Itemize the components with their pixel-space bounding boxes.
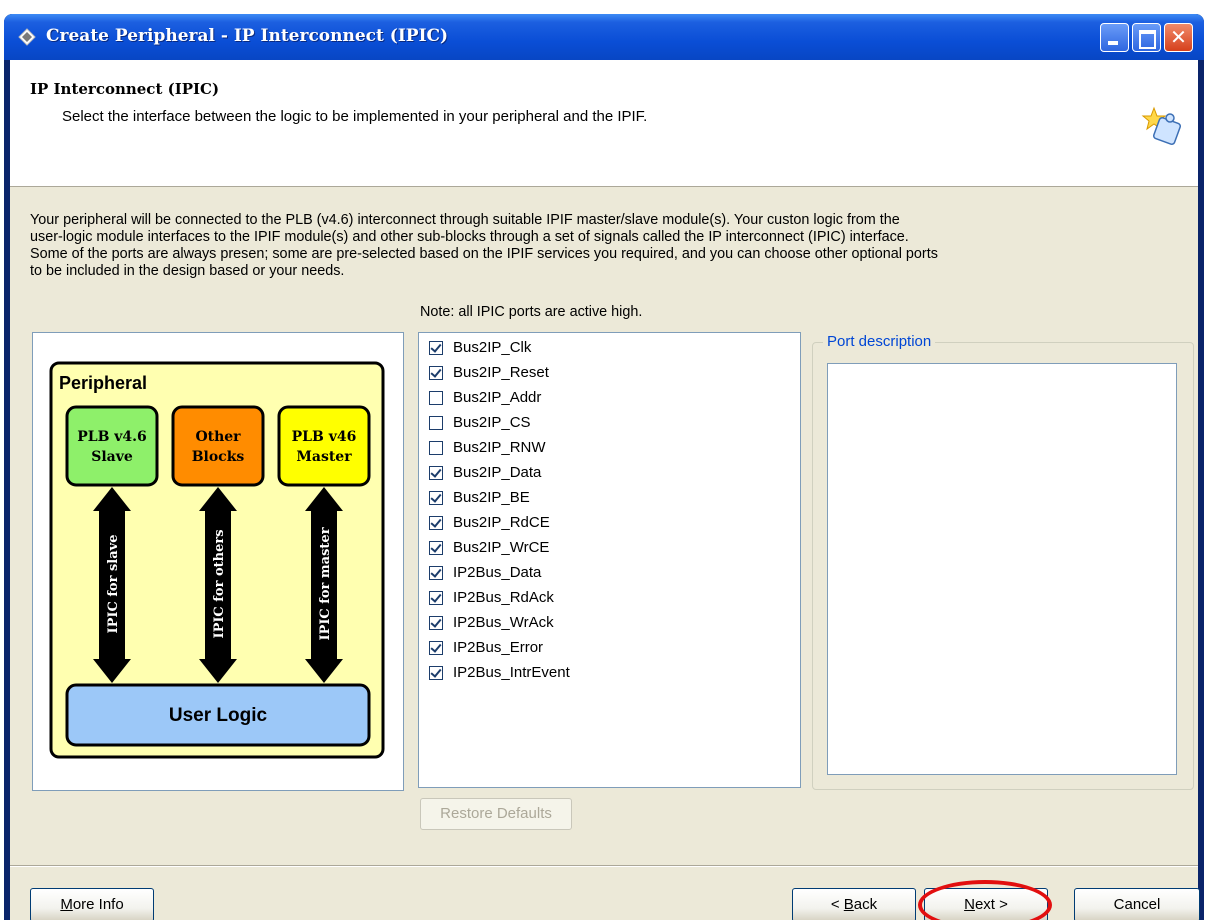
- checkbox-unchecked[interactable]: [429, 415, 443, 430]
- port-row[interactable]: Bus2IP_WrCE: [419, 535, 800, 560]
- more-info-label: ore Info: [72, 896, 124, 913]
- port-description-group: Port description: [812, 333, 1194, 790]
- port-row[interactable]: IP2Bus_RdAck: [419, 585, 800, 610]
- checkbox-checked[interactable]: [429, 590, 443, 605]
- restore-defaults-button[interactable]: Restore Defaults: [420, 798, 572, 830]
- checkbox-checked[interactable]: [429, 665, 443, 680]
- checkbox-checked[interactable]: [429, 540, 443, 555]
- ports-note: Note: all IPIC ports are active high.: [420, 304, 643, 320]
- port-row[interactable]: Bus2IP_Data: [419, 460, 800, 485]
- port-label: Bus2IP_WrCE: [453, 539, 550, 556]
- plb-master-block: [277, 405, 371, 487]
- back-prefix: <: [830, 896, 844, 913]
- plb-master-label-1: PLB v46: [292, 429, 357, 445]
- title-bar[interactable]: Create Peripheral - IP Interconnect (IPI…: [4, 14, 1204, 60]
- checkbox-checked[interactable]: [429, 340, 443, 355]
- ipic-diagram-panel: Peripheral PLB v4.6 Slave Other Blocks P…: [32, 332, 404, 791]
- intro-text: Your peripheral will be connected to the…: [30, 212, 1190, 280]
- intro-line: Your peripheral will be connected to the…: [30, 212, 900, 228]
- intro-line: Some of the ports are always presen; som…: [30, 246, 938, 262]
- back-mnemonic: B: [843, 896, 854, 913]
- checkbox-checked[interactable]: [429, 465, 443, 480]
- other-blocks-label-2: Blocks: [192, 449, 245, 465]
- port-label: IP2Bus_WrAck: [453, 614, 554, 631]
- intro-line: to be included in the design based or yo…: [30, 263, 345, 279]
- port-label: Bus2IP_Data: [453, 464, 542, 481]
- ipic-ports-list[interactable]: Bus2IP_Clk Bus2IP_Reset Bus2IP_Addr Bus2IP_…: [418, 332, 801, 788]
- port-label: Bus2IP_RdCE: [453, 514, 550, 531]
- checkbox-unchecked[interactable]: [429, 390, 443, 405]
- port-label: IP2Bus_Data: [453, 564, 542, 581]
- port-label: Bus2IP_CS: [453, 414, 531, 431]
- port-row[interactable]: IP2Bus_Error: [419, 635, 800, 660]
- port-row[interactable]: Bus2IP_RdCE: [419, 510, 800, 535]
- footer-separator: [10, 865, 1198, 867]
- port-row[interactable]: Bus2IP_BE: [419, 485, 800, 510]
- close-button[interactable]: ✕: [1164, 23, 1193, 52]
- port-description-legend: Port description: [823, 333, 936, 350]
- port-row[interactable]: IP2Bus_Data: [419, 560, 800, 585]
- checkbox-checked[interactable]: [429, 490, 443, 505]
- port-label: IP2Bus_Error: [453, 639, 544, 656]
- port-label: Bus2IP_Clk: [453, 339, 532, 356]
- checkbox-checked[interactable]: [429, 640, 443, 655]
- wizard-window: Create Peripheral - IP Interconnect (IPI…: [4, 14, 1204, 920]
- close-icon: ✕: [1170, 25, 1187, 49]
- port-label: Bus2IP_BE: [453, 489, 530, 506]
- app-diamond-icon: [18, 28, 36, 46]
- user-logic-label: User Logic: [169, 705, 268, 726]
- window-title: Create Peripheral - IP Interconnect (IPI…: [46, 26, 449, 46]
- checkbox-checked[interactable]: [429, 365, 443, 380]
- page-subtitle: Select the interface between the logic t…: [62, 108, 648, 125]
- port-label: IP2Bus_IntrEvent: [453, 664, 570, 681]
- peripheral-label: Peripheral: [59, 373, 147, 393]
- port-row[interactable]: Bus2IP_Addr: [419, 385, 800, 410]
- port-label: IP2Bus_RdAck: [453, 589, 554, 606]
- ipic-master-label: IPIC for master: [318, 527, 333, 640]
- back-button[interactable]: < Back: [792, 888, 916, 920]
- page-title: IP Interconnect (IPIC): [30, 80, 220, 98]
- port-description-text: [827, 363, 1177, 775]
- checkbox-checked[interactable]: [429, 565, 443, 580]
- checkbox-checked[interactable]: [429, 615, 443, 630]
- other-blocks-label-1: Other: [195, 429, 241, 445]
- plb-slave-label-1: PLB v4.6: [77, 429, 147, 445]
- port-row[interactable]: Bus2IP_Reset: [419, 360, 800, 385]
- port-row[interactable]: Bus2IP_RNW: [419, 435, 800, 460]
- maximize-button[interactable]: [1132, 23, 1161, 52]
- port-row[interactable]: IP2Bus_WrAck: [419, 610, 800, 635]
- port-row[interactable]: Bus2IP_Clk: [419, 335, 800, 360]
- ipic-slave-label: IPIC for slave: [106, 535, 121, 634]
- next-highlight-ring: [918, 880, 1052, 920]
- more-info-mnemonic: M: [60, 896, 73, 913]
- wizard-body: IP Interconnect (IPIC) Select the interf…: [10, 60, 1200, 920]
- port-label: Bus2IP_RNW: [453, 439, 546, 456]
- back-label: ack: [853, 896, 878, 913]
- port-label: Bus2IP_Reset: [453, 364, 549, 381]
- plb-master-label-2: Master: [296, 449, 352, 465]
- wizard-puzzle-icon: [1141, 106, 1182, 146]
- wizard-header: IP Interconnect (IPIC) Select the interf…: [10, 60, 1198, 187]
- checkbox-unchecked[interactable]: [429, 440, 443, 455]
- port-row[interactable]: Bus2IP_CS: [419, 410, 800, 435]
- ipic-diagram: Peripheral PLB v4.6 Slave Other Blocks P…: [49, 361, 385, 759]
- cancel-button[interactable]: Cancel: [1074, 888, 1200, 920]
- port-label: Bus2IP_Addr: [453, 389, 542, 406]
- plb-slave-block: [65, 405, 159, 487]
- other-blocks-block: [171, 405, 265, 487]
- port-row[interactable]: IP2Bus_IntrEvent: [419, 660, 800, 685]
- checkbox-checked[interactable]: [429, 515, 443, 530]
- minimize-button[interactable]: [1100, 23, 1129, 52]
- intro-line: user-logic module interfaces to the IPIF…: [30, 229, 909, 245]
- more-info-button[interactable]: More Info: [30, 888, 154, 920]
- plb-slave-label-2: Slave: [91, 449, 133, 465]
- ipic-others-label: IPIC for others: [212, 529, 227, 638]
